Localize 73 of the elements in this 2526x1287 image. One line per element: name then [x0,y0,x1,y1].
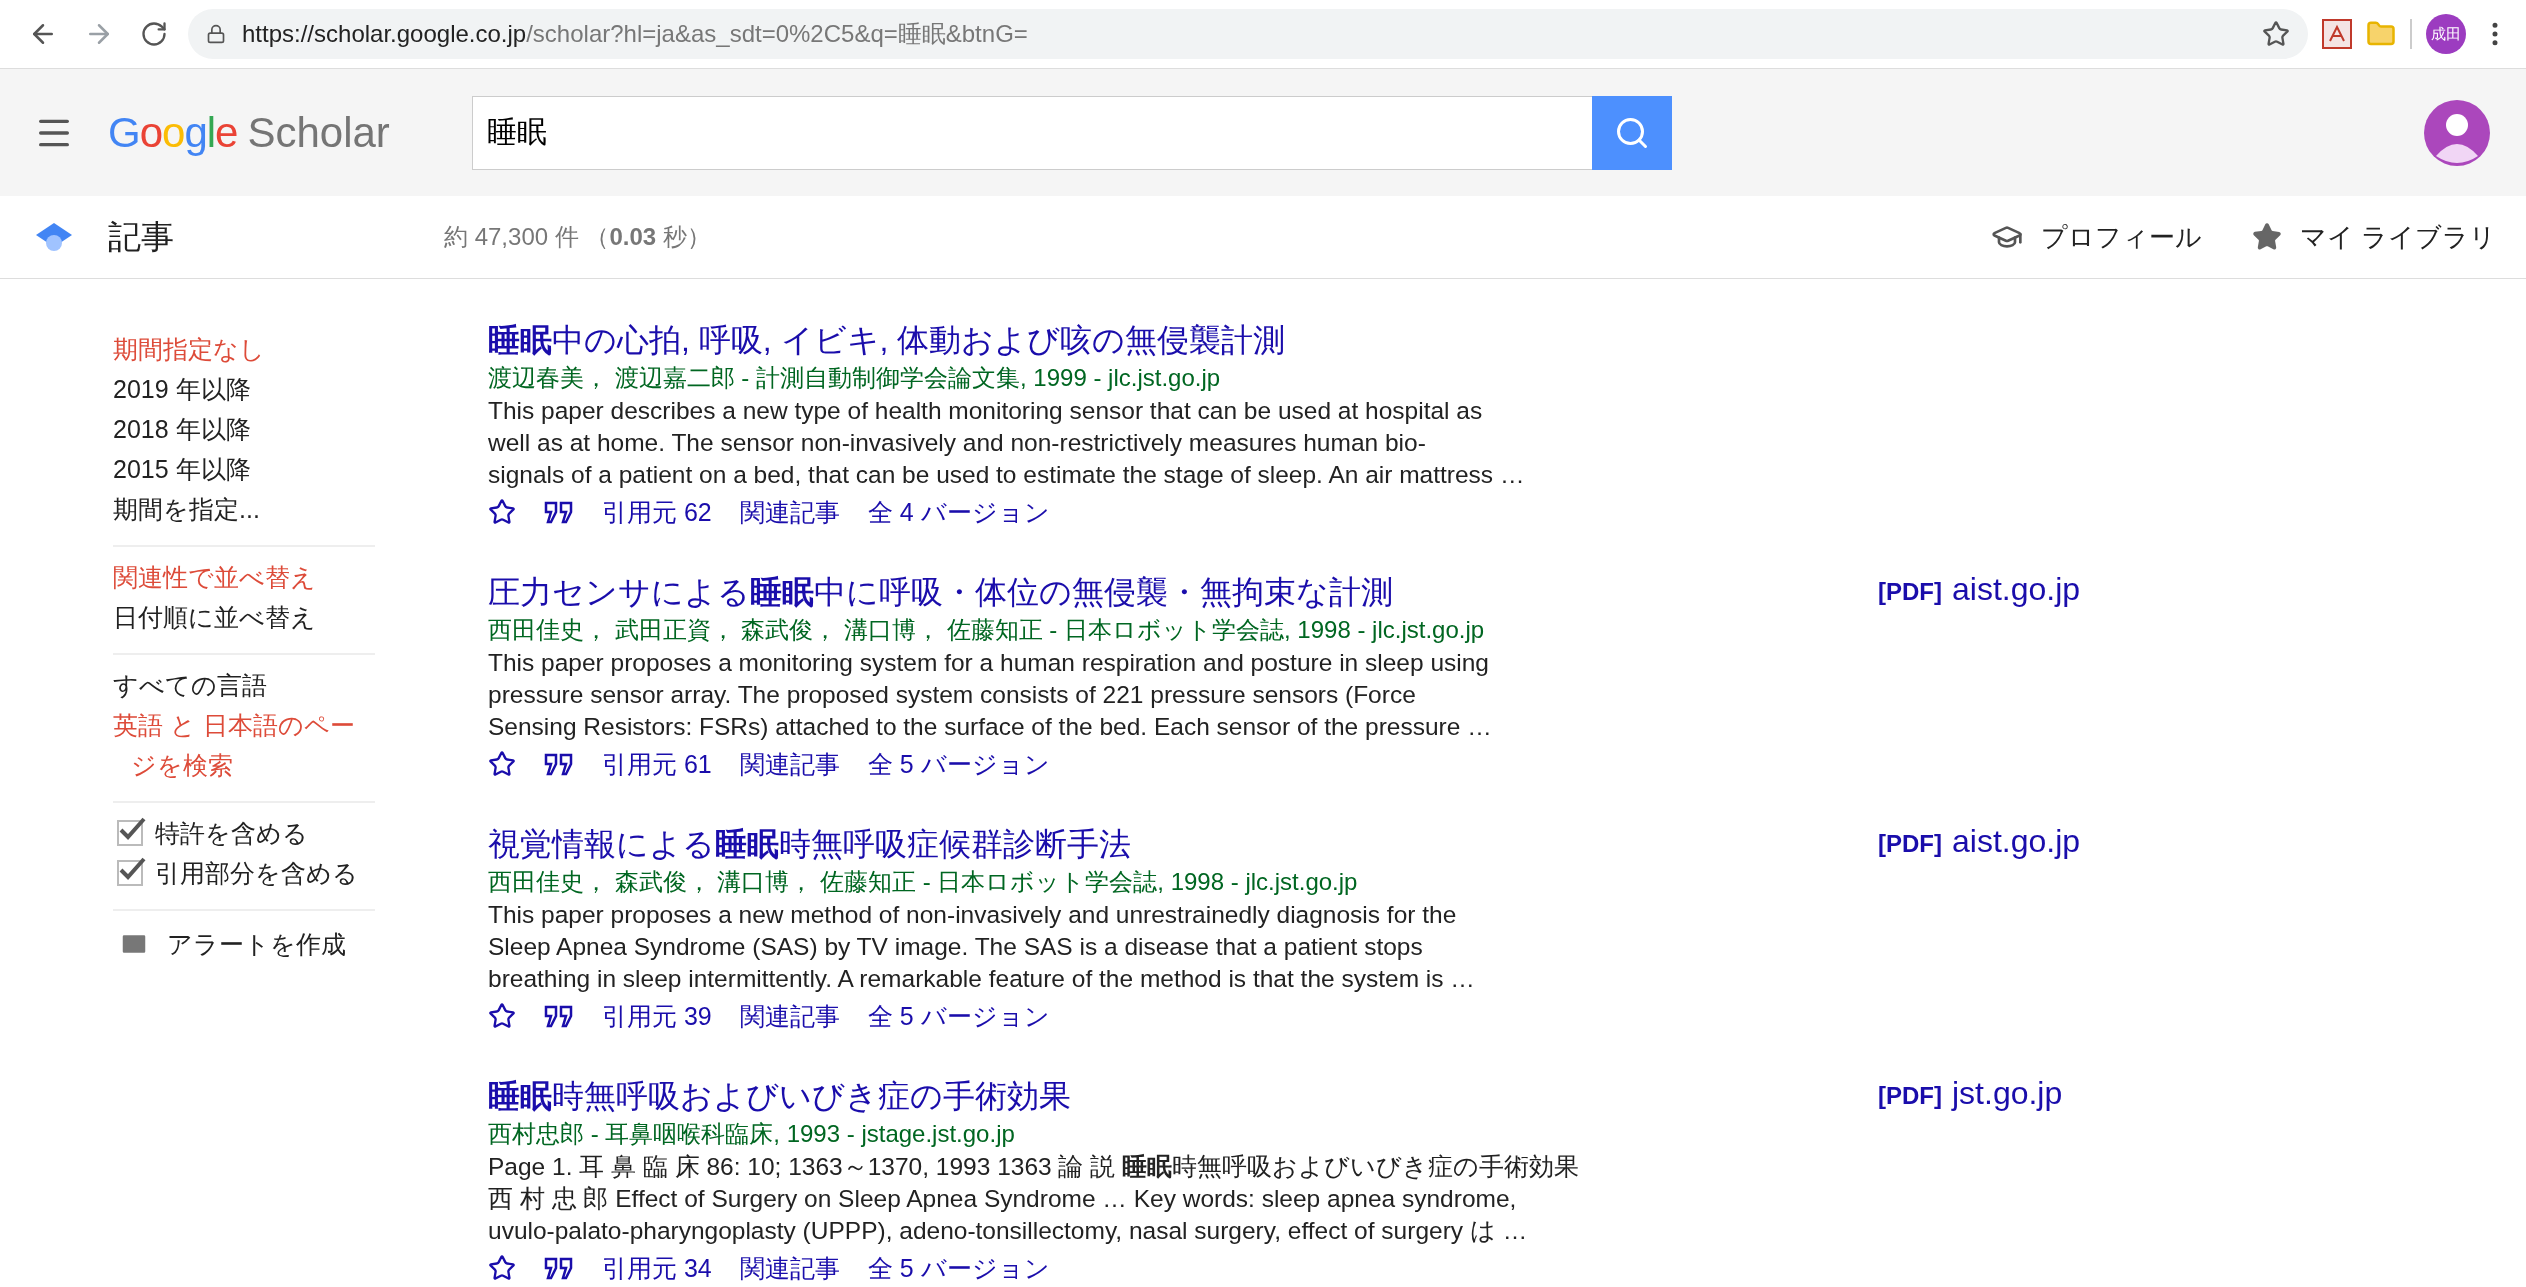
filter-link[interactable]: 日付順に並べ替え [113,597,375,637]
lock-icon [206,24,226,44]
bookmark-star-icon[interactable] [2262,20,2290,48]
filter-checkbox[interactable]: 引用部分を含める [113,853,375,893]
cite-icon[interactable] [544,1256,574,1280]
avatar-icon[interactable] [2424,99,2490,166]
related-articles-link[interactable]: 関連記事 [739,1251,840,1285]
cited-by-link[interactable]: 引用元 61 [602,747,712,781]
result-authors: 西田佳史， 森武俊， 溝口博， 佐藤知正 - 日本ロボット学会誌, 1998 - jlc.jst.go.jp [488,867,1359,897]
related-articles-link[interactable]: 関連記事 [739,747,840,781]
snippet-line: pressure sensor array. The proposed system consists of 221 pressure sensors (Force [488,680,1417,710]
snippet-line: Sensing Resistors: FSRs) attached to the surface of the bed. Each sensor of the pressure … [488,712,1493,742]
profile-badge[interactable]: 成田 [2426,14,2466,54]
filter-link[interactable]: 期間指定なし [113,329,375,369]
search-button[interactable] [1592,95,1672,170]
filter-link[interactable]: 期間を指定... [113,489,375,529]
cited-by-link[interactable]: 引用元 39 [602,999,712,1033]
result-authors: 西田佳史， 武田正資， 森武俊， 溝口博， 佐藤知正 - 日本ロボット学会誌, 1998 - jlc.jst.go.jp [488,615,1486,645]
cited-by-link[interactable]: 引用元 62 [602,495,712,529]
reload-icon [140,20,168,48]
cite-icon[interactable] [544,1004,574,1028]
save-star-icon[interactable] [488,498,516,526]
result-title-link[interactable]: 視覚情報による睡眠時無呼吸症候群診断手法 [488,823,1608,865]
cite-icon[interactable] [544,500,574,524]
versions-link[interactable]: 全 5 バージョン [867,999,1050,1033]
versions-link[interactable]: 全 5 バージョン [867,747,1050,781]
filter-link[interactable]: 関連性で並べ替え [113,557,375,597]
pdf-link[interactable]: [PDF] jst.go.jp [1878,1075,2063,1117]
search-field[interactable]: 睡眠 [472,95,1592,170]
create-alert-link[interactable]: アラートを作成 [113,921,375,967]
snippet-line: 西 村 忠 郎 Effect of Surgery on Sleep Apnea Syndrome … Key words: sleep apnea syndrome, [488,1184,1518,1214]
snippet-line: well as at home. The sensor non-invasively and non-restrictively measures human bio- [488,428,1427,458]
filter-link[interactable]: 2015 年以降 [113,449,375,489]
filter-link[interactable]: すべての言語 [113,665,375,705]
result-title-link[interactable]: 圧力センサによる睡眠中に呼吸・体位の無侵襲・無拘束な計測 [488,571,1608,613]
result-title-link[interactable]: 睡眠時無呼吸およびいびき症の手術効果 [488,1075,1608,1117]
save-star-icon[interactable] [488,1254,516,1282]
section-title: 記事 [108,216,175,257]
result-authors: 西村忠郎 - 耳鼻咽喉科臨床, 1993 - jstage.jst.go.jp [488,1119,1016,1149]
library-link[interactable]: マイ ライブラリ [2251,219,2496,255]
filter-checkbox[interactable]: 特許を含める [113,813,375,853]
snippet-line: Page 1. 耳 鼻 臨 床 86: 10; 1363～1370, 1993 1363 論 説 睡眠時無呼吸およびいびき症の手術効果 [488,1152,1581,1182]
checkbox[interactable] [117,860,143,886]
cited-by-link[interactable]: 引用元 34 [602,1251,712,1285]
related-articles-link[interactable]: 関連記事 [739,495,840,529]
google-scholar-logo[interactable]: Google Scholar [108,108,472,157]
result-count: 約 47,300 件 （0.03 秒） [444,222,712,252]
filter-link[interactable]: 2019 年以降 [113,369,375,409]
snippet-line: uvulo-palato-pharyngoplasty (UPPP), adeno-tonsillectomy, nasal surgery, effect of surgery は … [488,1216,1529,1246]
pdf-extension-icon[interactable] [2322,19,2352,49]
snippet-line: breathing in sleep intermittently. A remarkable feature of the method is that the system is … [488,964,1476,994]
address-bar[interactable]: https://scholar.google.co.jp/scholar?hl=ja&as_sdt=0%2C5&q=睡眠&btnG= [188,9,2308,59]
snippet-line: This paper proposes a new method of non-invasively and unrestrainedly diagnosis for the [488,900,1458,930]
pdf-link[interactable]: [PDF] aist.go.jp [1878,823,2081,865]
snippet-line: signals of a patient on a bed, that can be used to estimate the stage of sleep. An air mattress … [488,460,1526,490]
filter-link[interactable]: 英語 と 日本語のページを検索 [113,705,375,785]
snippet-line: This paper proposes a monitoring system for a human respiration and posture in sleep using [488,648,1490,678]
url-text: https://scholar.google.co.jp/scholar?hl=ja&as_sdt=0%2C5&q=睡眠&btnG= [242,19,1029,49]
snippet-line: Sleep Apnea Syndrome (SAS) by TV image. The SAS is a disease that a patient stops [488,932,1424,962]
result-title-link[interactable]: 睡眠中の心拍, 呼吸, イビキ, 体動および咳の無侵襲計測 [488,319,1608,361]
versions-link[interactable]: 全 4 バージョン [867,495,1050,529]
star-icon [2251,222,2282,252]
result-authors: 渡辺春美， 渡辺嘉二郎 - 計測自動制御学会論文集, 1999 - jlc.jst.go.jp [488,363,1222,393]
save-star-icon[interactable] [488,1002,516,1030]
versions-link[interactable]: 全 5 バージョン [867,1251,1050,1285]
cite-icon[interactable] [544,752,574,776]
snippet-line: This paper describes a new type of health monitoring sensor that can be used at hospital as [488,396,1484,426]
related-articles-link[interactable]: 関連記事 [739,999,840,1033]
filter-link[interactable]: 2018 年以降 [113,409,375,449]
checkbox[interactable] [117,820,143,846]
pdf-link[interactable]: [PDF] aist.go.jp [1878,571,2081,613]
save-star-icon[interactable] [488,750,516,778]
profile-link[interactable]: プロフィール [1990,219,2202,255]
